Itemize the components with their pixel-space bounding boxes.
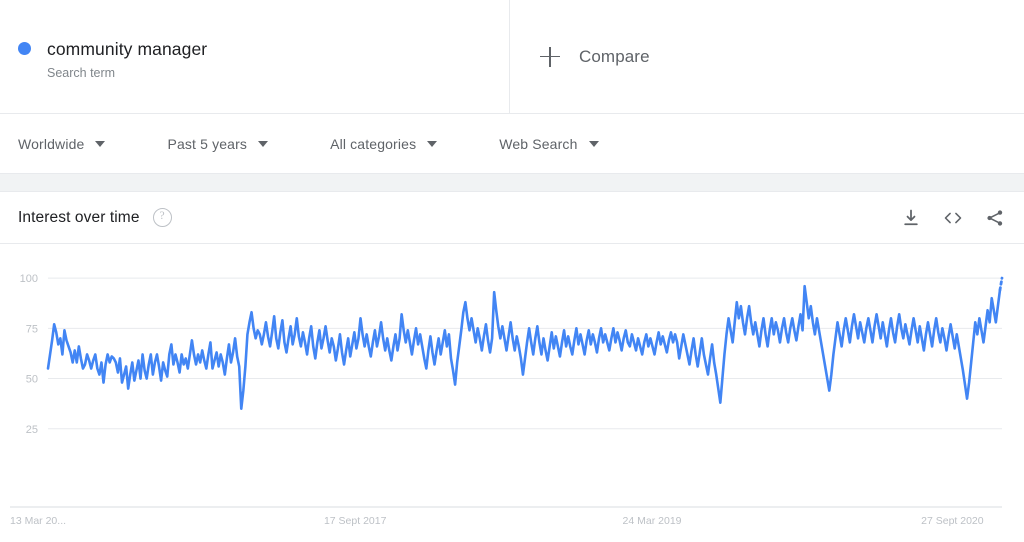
y-axis-tick-label: 100 [20, 273, 38, 285]
search-term-bar: community manager Search term Compare [0, 0, 1024, 114]
search-term-subtitle: Search term [47, 66, 116, 80]
search-term-title: community manager [47, 39, 208, 59]
filter-location-label: Worldwide [18, 135, 85, 152]
y-axis-tick-label: 25 [26, 424, 38, 436]
plus-icon [540, 46, 560, 67]
compare-label: Compare [579, 46, 650, 66]
search-term-texts: community manager Search term [47, 38, 207, 81]
filter-location[interactable]: Worldwide [18, 135, 106, 152]
section-separator [0, 174, 1024, 192]
series-color-dot [18, 42, 31, 55]
x-axis-tick-label: 13 Mar 20... [10, 515, 66, 527]
chart-line-partial [998, 276, 1004, 292]
download-icon[interactable] [900, 207, 922, 229]
filter-search-type[interactable]: Web Search [499, 135, 599, 152]
filter-category[interactable]: All categories [330, 135, 438, 152]
y-axis-tick-label: 75 [26, 323, 38, 335]
share-icon[interactable] [984, 207, 1006, 229]
interest-over-time-card: Interest over time ? 25 50 75 100 13 Mar… [0, 192, 1024, 542]
search-term-card[interactable]: community manager Search term [0, 0, 510, 113]
card-header: Interest over time ? [0, 192, 1024, 244]
x-axis-tick-label: 17 Sept 2017 [324, 515, 387, 527]
chart-line [46, 284, 1002, 410]
y-axis-tick-label: 50 [26, 374, 38, 386]
x-axis-tick-label: 24 Mar 2019 [623, 515, 682, 527]
filter-time-range[interactable]: Past 5 years [167, 135, 269, 152]
filter-search-type-label: Web Search [499, 135, 578, 152]
chevron-down-icon [95, 140, 106, 147]
chart-svg: 25 50 75 100 13 Mar 20... 17 Sept 2017 24 Mar … [10, 273, 1004, 527]
filter-category-label: All categories [330, 135, 417, 152]
page-title: Interest over time [18, 208, 140, 226]
help-circle-icon[interactable]: ? [152, 208, 172, 227]
embed-code-icon[interactable] [942, 207, 964, 229]
chevron-down-icon [258, 140, 269, 147]
compare-button[interactable]: Compare [510, 0, 1024, 113]
chevron-down-icon [588, 140, 599, 147]
card-actions [900, 207, 1006, 229]
chevron-down-icon [427, 140, 438, 147]
x-axis-tick-label: 27 Sept 2020 [921, 515, 984, 527]
filter-time-range-label: Past 5 years [167, 135, 248, 152]
filter-bar: Worldwide Past 5 years All categories We… [0, 114, 1024, 174]
trends-chart[interactable]: 25 50 75 100 13 Mar 20... 17 Sept 2017 24 Mar … [0, 244, 1024, 541]
